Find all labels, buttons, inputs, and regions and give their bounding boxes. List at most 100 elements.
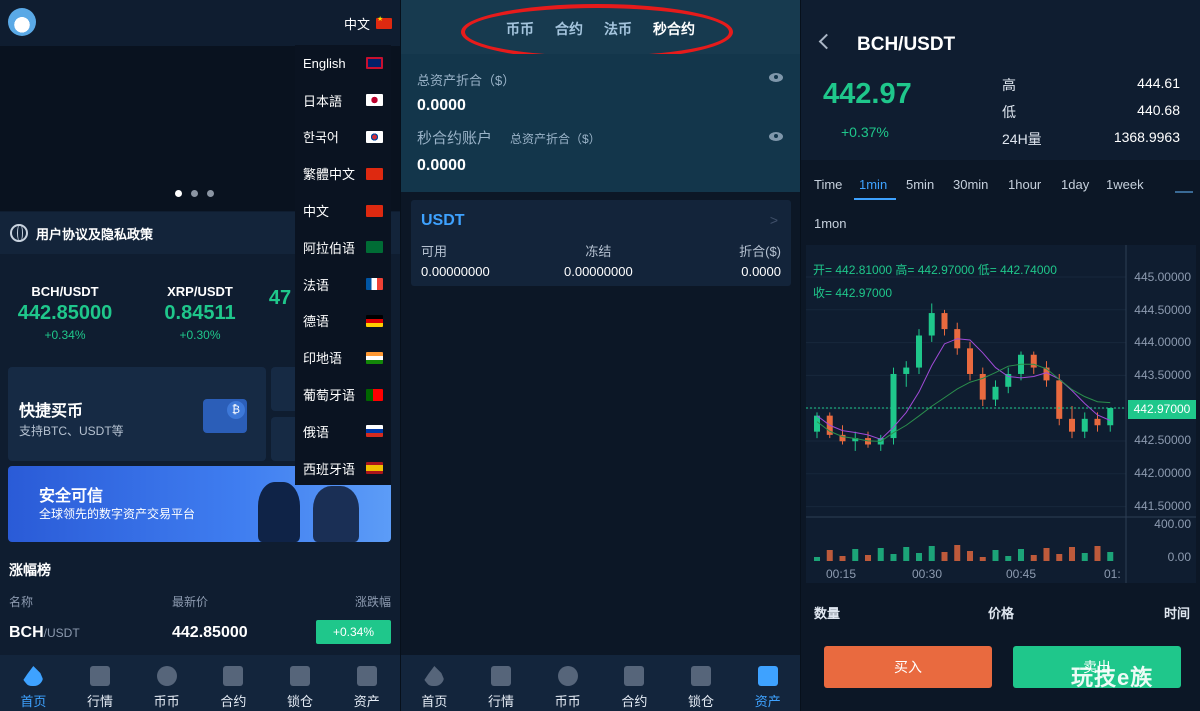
tab-home[interactable]: 首页: [0, 655, 67, 711]
interval-1min[interactable]: 1min: [859, 177, 887, 192]
candle-body: [890, 373, 897, 439]
buy-button[interactable]: 买入: [824, 646, 992, 688]
language-option-jp[interactable]: 日本語: [295, 82, 391, 119]
ohlc-readout: 开= 442.81000 高= 442.97000 低= 442.74000: [813, 263, 1057, 277]
lock-icon: [290, 666, 311, 686]
candle-body: [967, 348, 973, 374]
candle-body: [941, 313, 948, 330]
volume-bar: [826, 550, 833, 561]
language-option-cn[interactable]: 中文: [295, 192, 391, 229]
tab-assets[interactable]: 资产: [734, 655, 800, 711]
banner-dot[interactable]: [175, 190, 182, 197]
volume-bar: [839, 556, 846, 561]
candle-body: [916, 335, 922, 368]
col-change: 涨跌幅: [354, 595, 391, 609]
eye-icon[interactable]: [769, 132, 783, 141]
chart-line-icon: [491, 666, 511, 686]
volume-bar: [1043, 548, 1050, 561]
ru-flag-icon: [366, 425, 383, 438]
language-option-sa[interactable]: 阿拉伯语: [295, 229, 391, 266]
total-assets-value: 0.0000: [417, 97, 466, 114]
candlestick-chart[interactable]: 开= 442.81000 高= 442.97000 低= 442.74000 收…: [806, 245, 1196, 583]
volume-bar: [992, 550, 999, 561]
interval-1hour[interactable]: 1hour: [1008, 177, 1041, 192]
wallet-icon: [356, 666, 377, 686]
tab-market[interactable]: 行情: [468, 655, 535, 711]
language-option-de[interactable]: 德语: [295, 303, 391, 340]
secure-title: 安全可信: [39, 488, 104, 505]
y-axis-label: 444.00000: [1134, 335, 1191, 349]
tab-market[interactable]: 行情: [67, 655, 134, 711]
tab-assets[interactable]: 资产: [333, 655, 400, 711]
bottom-tab-bar: 首页 行情 币币 合约 锁仓 资产: [0, 655, 400, 711]
rank-change-badge: +0.34%: [316, 620, 391, 644]
volume-bar: [1069, 547, 1075, 561]
volume-bar: [865, 555, 871, 561]
quick-buy-card[interactable]: 快捷买币 支持BTC、USDT等: [8, 367, 266, 461]
interval-1week[interactable]: 1week: [1106, 177, 1144, 192]
indicator-icon[interactable]: [1175, 179, 1193, 193]
quick-buy-subtitle: 支持BTC、USDT等: [19, 424, 124, 438]
candle-body: [1030, 354, 1037, 368]
y-axis-label: 442.50000: [1134, 433, 1191, 447]
volume-value: 1368.9963: [1113, 129, 1180, 145]
language-option-label: 한국어: [303, 130, 339, 146]
trade-panel: BCH/USDT 442.97 +0.37% 高 444.61 低 440.68…: [800, 0, 1200, 711]
tab-contract[interactable]: 合约: [200, 655, 267, 711]
last-price: 442.97: [823, 78, 912, 110]
ticker-pair: XRP/USDT: [167, 284, 233, 299]
ticker-price: 442.85000: [17, 302, 113, 324]
language-option-hk[interactable]: 繁體中文: [295, 155, 391, 192]
volume-bar: [1081, 553, 1088, 561]
usdt-asset-card[interactable]: USDT > 可用 0.00000000 冻结 0.00000000 折合($)…: [411, 200, 791, 286]
ohlc-readout-close: 收= 442.97000: [813, 286, 893, 300]
language-option-ru[interactable]: 俄语: [295, 413, 391, 450]
language-option-label: 阿拉伯语: [303, 240, 356, 256]
language-option-pt[interactable]: 葡萄牙语: [295, 376, 391, 413]
eye-icon[interactable]: [769, 73, 783, 82]
col-name: 名称: [9, 595, 34, 609]
language-option-fr[interactable]: 法语: [295, 266, 391, 303]
cn-flag-icon: [366, 204, 383, 217]
candle-body: [928, 313, 935, 336]
language-option-uk[interactable]: English: [295, 45, 391, 82]
book-header-time: 时间: [1163, 606, 1190, 621]
available-col: 可用 0.00000000: [421, 244, 490, 279]
ticker-xrp[interactable]: XRP/USDT 0.84511 +0.30%: [135, 284, 265, 342]
volume-bar: [941, 552, 948, 561]
rank-row[interactable]: BCH/USDT 442.85000 +0.34%: [9, 620, 391, 646]
tab-spot[interactable]: 币币: [133, 655, 200, 711]
language-dropdown: English 日本語 한국어 繁體中文 中文阿拉伯语法语 德语 印地语 葡萄牙语 俄语 西班牙语: [295, 45, 391, 485]
x-axis-label: 00:30: [912, 567, 943, 581]
y-axis-label: 445.00000: [1134, 270, 1191, 284]
interval-5min[interactable]: 5min: [906, 177, 934, 192]
volume-bar: [890, 554, 897, 561]
banner-dot[interactable]: [207, 190, 214, 197]
tab-lock[interactable]: 锁仓: [267, 655, 334, 711]
language-option-es[interactable]: 西班牙语: [295, 450, 391, 487]
language-option-kr[interactable]: 한국어: [295, 119, 391, 156]
tab-lock[interactable]: 锁仓: [668, 655, 735, 711]
volume-bar: [814, 557, 820, 561]
high-label: 高: [1002, 77, 1016, 93]
low-label: 低: [1002, 104, 1016, 120]
language-option-in[interactable]: 印地语: [295, 339, 391, 376]
moving-average-line: [816, 338, 1111, 440]
tab-spot[interactable]: 币币: [534, 655, 601, 711]
interval-30min[interactable]: 30min: [953, 177, 988, 192]
ticker-bch[interactable]: BCH/USDT 442.85000 +0.34%: [0, 284, 130, 342]
china-flag-icon: [376, 15, 392, 29]
watermark: 玩技e族: [1071, 665, 1154, 690]
volume-axis-label: 0.00: [1167, 550, 1191, 564]
quick-buy-title: 快捷买币: [19, 403, 84, 420]
interval-1day[interactable]: 1day: [1061, 177, 1089, 192]
tab-contract[interactable]: 合约: [601, 655, 668, 711]
interval-1mon[interactable]: 1mon: [814, 216, 847, 231]
interval-time[interactable]: Time: [814, 177, 842, 192]
tab-home[interactable]: 首页: [401, 655, 468, 711]
back-icon[interactable]: [818, 33, 835, 50]
banner-dot[interactable]: [191, 190, 198, 197]
volume-bar: [1030, 555, 1037, 561]
assets-panel: 币币 合约 法币 秒合约 总资产折合（$） 0.0000 秒合约账户 总资产折合…: [400, 0, 800, 711]
language-switch[interactable]: 中文: [344, 14, 392, 33]
